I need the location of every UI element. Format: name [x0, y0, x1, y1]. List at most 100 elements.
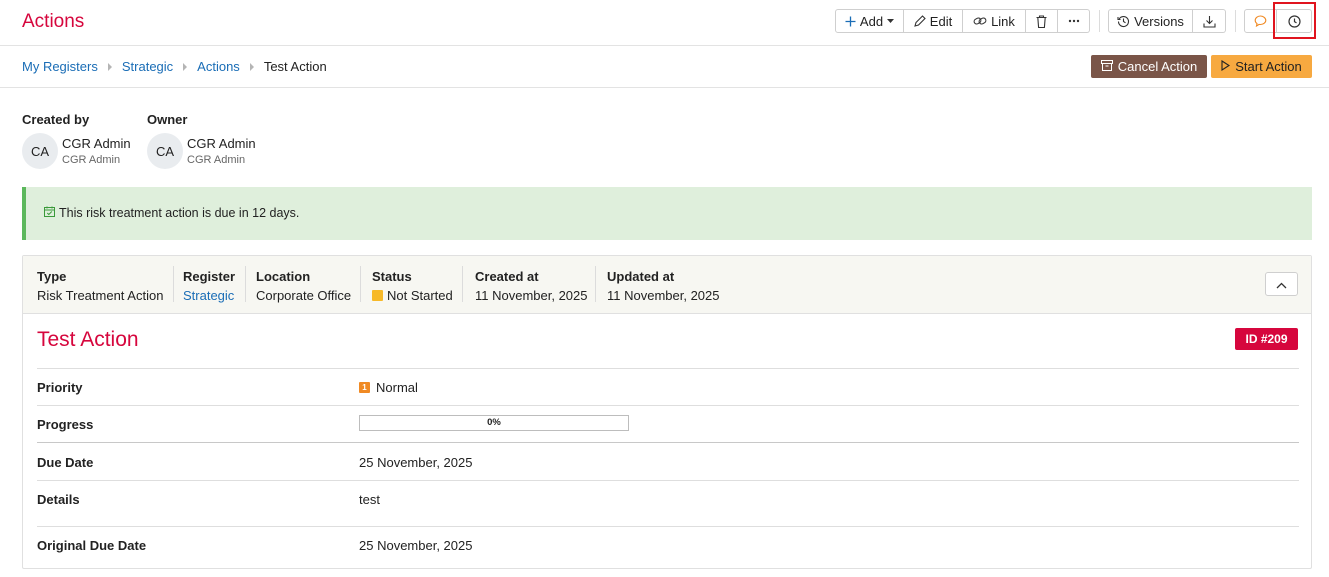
highlight-box [1273, 2, 1316, 39]
row-divider [37, 526, 1299, 527]
priority-text: Normal [376, 380, 418, 395]
collapse-button[interactable] [1265, 272, 1298, 296]
breadcrumb-my-registers[interactable]: My Registers [22, 59, 98, 74]
original-due-date-label: Original Due Date [37, 538, 147, 553]
download-button[interactable] [1193, 9, 1226, 33]
pencil-icon [913, 15, 926, 27]
meta-created-at-value: 11 November, 2025 [475, 288, 588, 303]
details-label: Details [37, 492, 80, 507]
plus-icon [845, 16, 856, 27]
toolbar-divider [1099, 10, 1100, 32]
record-title: Test Action [37, 328, 139, 351]
meta-divider [360, 266, 361, 302]
meta-updated-at: Updated at 11 November, 2025 [607, 269, 720, 303]
trash-icon [1036, 14, 1047, 28]
meta-created-at-label: Created at [475, 269, 539, 284]
download-icon [1202, 15, 1216, 28]
meta-updated-at-value: 11 November, 2025 [607, 288, 720, 303]
breadcrumb-actions[interactable]: Actions [197, 59, 240, 74]
link-icon [973, 15, 987, 27]
status-indicator-icon [372, 290, 383, 301]
meta-register: Register Strategic [183, 269, 235, 303]
meta-created-at: Created at 11 November, 2025 [475, 269, 588, 303]
meta-location-value: Corporate Office [256, 288, 352, 303]
meta-location: Location Corporate Office [256, 269, 351, 303]
action-card: Type Risk Treatment Action Register Stra… [22, 255, 1312, 569]
page-title: Actions [22, 11, 85, 32]
created-by-label: Created by [22, 112, 90, 127]
id-badge: ID #209 [1235, 328, 1298, 350]
priority-value: 1 Normal [359, 380, 418, 395]
caret-down-icon [887, 18, 895, 24]
meta-type: Type Risk Treatment Action [37, 269, 163, 303]
chevron-up-icon [1276, 277, 1287, 292]
meta-divider [173, 266, 174, 302]
calendar-check-icon [44, 206, 55, 220]
avatar: CA [147, 133, 183, 169]
meta-divider [595, 266, 596, 302]
add-button-label: Add [859, 13, 884, 29]
status-text: Not Started [387, 288, 453, 303]
breadcrumb-current: Test Action [263, 59, 327, 74]
meta-status-value: Not Started [372, 288, 453, 303]
row-divider [37, 480, 1299, 481]
due-date-label: Due Date [37, 455, 94, 470]
breadcrumb: My Registers Strategic Actions Test Acti… [22, 59, 327, 74]
start-action-label: Start Action [1235, 59, 1302, 74]
owner-block: Owner CA CGR Admin CGR Admin [147, 112, 256, 169]
versions-button-label: Versions [1134, 13, 1184, 29]
meta-updated-at-label: Updated at [607, 269, 675, 284]
meta-status: Status Not Started [372, 269, 453, 303]
created-by-name: CGR Admin [62, 136, 131, 151]
history-icon [1117, 15, 1130, 28]
original-due-date-value: 25 November, 2025 [359, 538, 473, 553]
priority-label: Priority [37, 380, 83, 395]
avatar: CA [22, 133, 58, 169]
meta-register-label: Register [183, 269, 236, 284]
due-date-value: 25 November, 2025 [359, 455, 473, 470]
cancel-action-button[interactable]: Cancel Action [1091, 55, 1207, 78]
top-header: Actions Add Edit Link Versions [0, 0, 1329, 46]
card-header: Type Risk Treatment Action Register Stra… [23, 256, 1311, 314]
link-button[interactable]: Link [963, 9, 1026, 33]
owner-name: CGR Admin [187, 136, 256, 151]
breadcrumb-strategic[interactable]: Strategic [122, 59, 173, 74]
start-action-button[interactable]: Start Action [1211, 55, 1312, 78]
versions-button[interactable]: Versions [1108, 9, 1193, 33]
priority-icon: 1 [359, 382, 370, 393]
ellipsis-icon [1068, 19, 1080, 23]
alert-text: This risk treatment action is due in 12 … [59, 206, 300, 220]
archive-icon [1100, 59, 1113, 74]
comment-icon [1254, 15, 1267, 27]
created-by-role: CGR Admin [62, 154, 121, 166]
row-divider [37, 442, 1299, 443]
link-button-label: Link [991, 13, 1015, 29]
cancel-action-label: Cancel Action [1117, 59, 1198, 74]
meta-divider [245, 266, 246, 302]
edit-button-label: Edit [929, 13, 953, 29]
meta-register-link[interactable]: Strategic [183, 288, 235, 303]
row-divider [37, 368, 1299, 369]
meta-type-label: Type [37, 269, 67, 284]
more-button[interactable] [1058, 9, 1090, 33]
row-divider [37, 405, 1299, 406]
breadcrumb-separator-icon [183, 62, 188, 71]
owner-role: CGR Admin [187, 154, 246, 166]
edit-button[interactable]: Edit [904, 9, 963, 33]
delete-button[interactable] [1026, 9, 1058, 33]
meta-divider [462, 266, 463, 302]
due-alert: This risk treatment action is due in 12 … [22, 187, 1312, 240]
details-value: test [359, 492, 380, 507]
progress-bar: 0% [359, 415, 629, 431]
breadcrumb-separator-icon [249, 62, 254, 71]
progress-label: Progress [37, 417, 94, 432]
meta-status-label: Status [372, 269, 412, 284]
breadcrumb-separator-icon [107, 62, 112, 71]
toolbar-divider [1235, 10, 1236, 32]
meta-type-value: Risk Treatment Action [37, 288, 164, 303]
add-button[interactable]: Add [835, 9, 904, 33]
owner-label: Owner [147, 112, 188, 127]
meta-location-label: Location [256, 269, 311, 284]
play-icon [1221, 59, 1231, 74]
created-by-block: Created by CA CGR Admin CGR Admin [22, 112, 131, 169]
